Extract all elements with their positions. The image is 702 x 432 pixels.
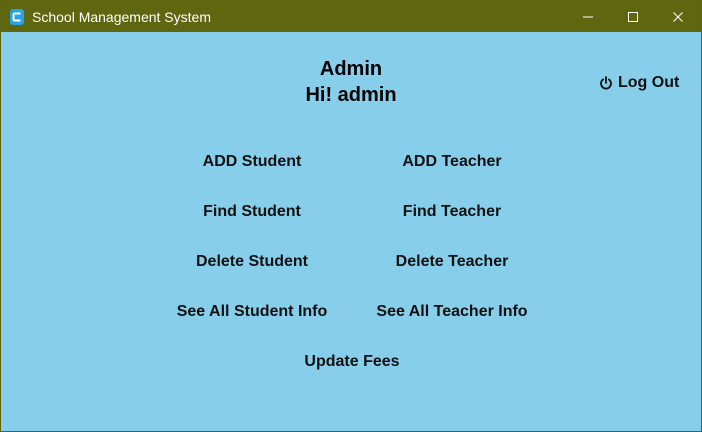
delete-student-button[interactable]: Delete Student	[162, 248, 342, 276]
greeting-heading: Hi! admin	[305, 84, 397, 106]
role-heading: Admin	[319, 58, 383, 80]
app-icon	[10, 9, 24, 25]
delete-teacher-button[interactable]: Delete Teacher	[362, 248, 542, 276]
minimize-button[interactable]	[565, 1, 611, 32]
find-student-button[interactable]: Find Student	[162, 198, 342, 226]
minimize-icon	[583, 16, 593, 17]
logout-label: Log Out	[618, 74, 680, 91]
maximize-icon	[628, 11, 638, 22]
close-button[interactable]	[655, 1, 701, 32]
main-panel: Admin Hi! admin Log Out ADD Student ADD …	[1, 32, 701, 432]
see-all-student-info-button[interactable]: See All Student Info	[162, 298, 342, 326]
close-icon	[673, 11, 683, 22]
power-icon	[599, 76, 613, 90]
add-teacher-button[interactable]: ADD Teacher	[362, 148, 542, 176]
app-window: School Management System Admin Hi! admin	[0, 0, 702, 432]
see-all-teacher-info-button[interactable]: See All Teacher Info	[362, 298, 542, 326]
window-title: School Management System	[32, 9, 211, 25]
maximize-button[interactable]	[610, 1, 656, 32]
title-bar[interactable]: School Management System	[1, 1, 701, 32]
add-student-button[interactable]: ADD Student	[162, 148, 342, 176]
update-fees-button[interactable]: Update Fees	[262, 348, 442, 376]
find-teacher-button[interactable]: Find Teacher	[362, 198, 542, 226]
logout-button[interactable]: Log Out	[599, 73, 679, 93]
